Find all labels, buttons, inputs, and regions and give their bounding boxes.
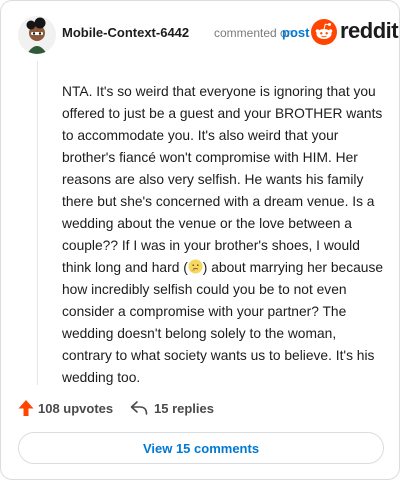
comment-text-part-1: NTA. It's so weird that everyone is igno… bbox=[62, 84, 383, 275]
reply-arrow-icon bbox=[130, 401, 148, 415]
avatar[interactable] bbox=[18, 16, 56, 54]
post-link[interactable]: post bbox=[282, 25, 309, 40]
upvote-arrow-icon bbox=[18, 400, 34, 416]
thread-line bbox=[37, 61, 38, 385]
reddit-wordmark: reddit bbox=[340, 18, 399, 43]
username-link[interactable]: Mobile-Context-6442 bbox=[62, 25, 189, 40]
replies-button[interactable]: 15 replies bbox=[130, 396, 214, 420]
reddit-alien-icon bbox=[311, 19, 337, 45]
replies-count: 15 replies bbox=[154, 400, 214, 416]
comment-header: Mobile-Context-6442 commented on post re… bbox=[18, 16, 399, 56]
thinking-face-icon bbox=[188, 259, 203, 274]
view-comments-button[interactable]: View 15 comments bbox=[18, 432, 384, 464]
upvote-button[interactable]: 108 upvotes bbox=[18, 396, 113, 420]
comment-actions: 108 upvotes 15 replies bbox=[18, 396, 388, 420]
upvote-count: 108 upvotes bbox=[38, 400, 114, 416]
comment-body: NTA. It's so weird that everyone is igno… bbox=[62, 81, 386, 389]
comment-card: Mobile-Context-6442 commented on post re… bbox=[0, 0, 400, 480]
reddit-logo: reddit bbox=[311, 17, 399, 47]
comment-text-part-2: ) about marrying her because how incredi… bbox=[62, 260, 384, 385]
